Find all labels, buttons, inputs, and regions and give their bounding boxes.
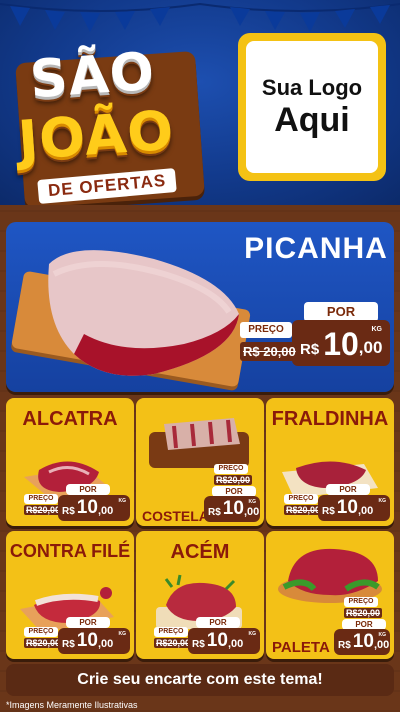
hero-product-name: PICANHA xyxy=(244,232,388,265)
price-unit: KG xyxy=(118,498,127,504)
price-integer: 10 xyxy=(323,326,359,362)
price-unit: KG xyxy=(118,631,127,637)
price-currency: R$ xyxy=(192,639,205,650)
price-currency: R$ xyxy=(208,507,221,518)
logo-text-line2: Aqui xyxy=(274,101,350,139)
product-name: FRALDINHA xyxy=(271,408,389,430)
price-integer: 10 xyxy=(76,497,98,518)
por-label: POR xyxy=(66,617,110,628)
price-integer: 10 xyxy=(222,498,244,519)
product-name: COSTELA xyxy=(142,508,209,524)
price-unit: KG xyxy=(371,326,383,333)
title-joao: JOÃO xyxy=(15,98,177,173)
price-integer: 10 xyxy=(352,631,374,652)
product-card[interactable]: ACÉM PREÇO R$20,00 POR R$ 10,00 KG xyxy=(136,531,264,659)
header-banner: SÃO JOÃO DE OFERTAS Sua Logo Aqui xyxy=(0,0,400,205)
price-decimal: ,00 xyxy=(97,638,114,650)
price-unit: KG xyxy=(378,632,387,638)
disclaimer-text: *Imagens Meramente Ilustrativas xyxy=(6,700,138,710)
old-price: R$20,00 xyxy=(344,608,383,618)
hero-price: R$ 10 ,00 KG xyxy=(292,320,390,366)
por-label: POR xyxy=(304,302,378,322)
price-unit: KG xyxy=(378,498,387,504)
price-decimal: ,00 xyxy=(97,505,114,517)
product-price: R$ 10,00 KG xyxy=(58,495,130,521)
product-name: PALETA xyxy=(272,639,330,656)
price-currency: R$ xyxy=(300,341,320,358)
price-decimal: ,00 xyxy=(243,506,260,518)
product-name: CONTRA FILÉ xyxy=(9,541,131,561)
hero-product-card[interactable]: PICANHA POR R$ 10 ,00 KG PREÇO R$ 20,00 xyxy=(6,222,394,392)
price-decimal: ,00 xyxy=(357,505,374,517)
old-price: R$20,00 xyxy=(154,638,193,648)
preco-label: PREÇO xyxy=(24,494,58,504)
price-integer: 10 xyxy=(336,497,358,518)
product-price: R$ 10,00 KG xyxy=(204,496,260,522)
preco-label: PREÇO xyxy=(284,494,318,504)
old-price: R$20,00 xyxy=(284,505,323,515)
preco-label: PREÇO xyxy=(344,597,378,607)
cta-button[interactable]: Crie seu encarte com este tema! xyxy=(6,664,394,696)
por-label: POR xyxy=(326,484,370,495)
product-name: ALCATRA xyxy=(22,408,118,430)
por-label: POR xyxy=(196,617,240,628)
price-currency: R$ xyxy=(62,639,75,650)
product-card[interactable]: FRALDINHA PREÇO R$20,00 POR R$ 10,00 KG xyxy=(266,398,394,526)
old-price: R$20,00 xyxy=(24,505,63,515)
product-price: R$ 10,00 KG xyxy=(334,629,390,655)
por-label: POR xyxy=(66,484,110,495)
price-currency: R$ xyxy=(62,506,75,517)
price-unit: KG xyxy=(248,631,257,637)
product-price: R$ 10,00 KG xyxy=(318,495,390,521)
price-decimal: ,00 xyxy=(227,638,244,650)
old-price: R$20,00 xyxy=(214,475,253,485)
preco-label: PREÇO xyxy=(154,627,188,637)
old-price: R$20,00 xyxy=(24,638,63,648)
price-currency: R$ xyxy=(322,506,335,517)
price-integer: 10 xyxy=(206,630,228,651)
price-unit: KG xyxy=(248,499,257,505)
preco-label: PREÇO xyxy=(24,627,58,637)
price-integer: 10 xyxy=(76,630,98,651)
product-price: R$ 10,00 KG xyxy=(188,628,260,654)
preco-label: PREÇO xyxy=(240,322,292,338)
sao-joao-title: SÃO JOÃO DE OFERTAS xyxy=(10,22,210,205)
product-card[interactable]: COSTELA PREÇO R$20,00 POR R$ 10,00 KG xyxy=(136,398,264,526)
logo-text-line1: Sua Logo xyxy=(261,75,363,100)
preco-label: PREÇO xyxy=(214,464,248,474)
price-decimal: ,00 xyxy=(358,338,383,357)
product-card[interactable]: PALETA PREÇO R$20,00 POR R$ 10,00 KG xyxy=(266,531,394,659)
product-price: R$ 10,00 KG xyxy=(58,628,130,654)
old-price: R$ 20,00 xyxy=(240,342,299,361)
product-card[interactable]: ALCATRA PREÇO R$20,00 POR R$ 10,00 KG xyxy=(6,398,134,526)
logo-placeholder[interactable]: Sua Logo Aqui xyxy=(238,33,386,181)
product-name: ACÉM xyxy=(170,541,230,563)
product-card[interactable]: CONTRA FILÉ PREÇO R$20,00 POR R$ 10,00 KG xyxy=(6,531,134,659)
price-currency: R$ xyxy=(338,640,351,651)
picanha-meat-image xyxy=(48,250,240,376)
price-decimal: ,00 xyxy=(373,639,390,651)
